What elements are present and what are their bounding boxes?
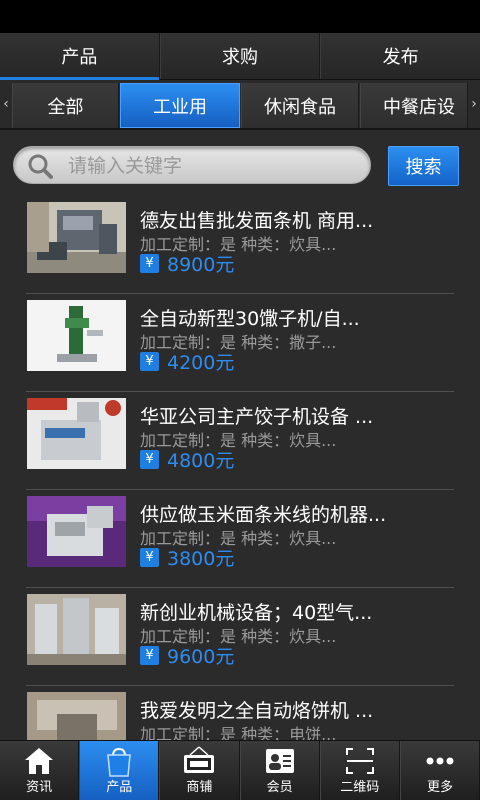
nav-label: 产品 — [106, 780, 133, 795]
yen-icon: ¥ — [140, 645, 159, 665]
nav-label: 资讯 — [26, 780, 53, 795]
scroll-right-icon[interactable]: › — [468, 80, 480, 128]
yen-icon: ¥ — [140, 253, 159, 273]
shopping-bag-icon — [107, 747, 132, 777]
list-item[interactable]: 德友出售批发面条机 商用... 加工定制：是 种类：炊具... ¥ 8900元 — [0, 196, 480, 294]
product-price: ¥ 9600元 — [140, 644, 235, 668]
search-input[interactable]: 请输入关键字 — [13, 146, 371, 184]
search-placeholder: 请输入关键字 — [68, 155, 183, 177]
product-list: 德友出售批发面条机 商用... 加工定制：是 种类：炊具... ¥ 8900元 … — [0, 196, 480, 740]
product-price: ¥ 4200元 — [140, 350, 235, 374]
yen-icon: ¥ — [140, 547, 159, 567]
product-price: ¥ 8900元 — [140, 252, 235, 276]
nav-news[interactable]: 资讯 — [0, 741, 80, 800]
product-price: ¥ 4800元 — [140, 448, 235, 472]
price-value: 3800元 — [167, 547, 235, 570]
category-chinese-restaurant[interactable]: 中餐店设 — [360, 83, 468, 128]
product-thumbnail — [27, 692, 126, 740]
category-industrial[interactable]: 工业用 — [120, 83, 240, 128]
product-thumbnail — [27, 398, 126, 469]
list-item[interactable]: 我爱发明之全自动烙饼机 ... 加工定制：是 种类：电饼... — [0, 686, 480, 740]
product-thumbnail — [27, 202, 126, 273]
nav-label: 商铺 — [186, 780, 213, 795]
nav-members[interactable]: 会员 — [239, 741, 320, 800]
nav-label: 会员 — [266, 780, 293, 795]
product-title: 全自动新型30馓子机/自... — [140, 308, 360, 330]
product-title: 德友出售批发面条机 商用... — [140, 210, 374, 232]
nav-label: 更多 — [426, 780, 453, 795]
scroll-left-icon[interactable]: ‹ — [0, 80, 12, 128]
more-dots-icon — [426, 757, 454, 765]
nav-shops[interactable]: 商铺 — [159, 741, 240, 800]
bottom-nav: 资讯 产品 商铺 会员 二维码 更多 — [0, 740, 480, 800]
price-value: 4800元 — [167, 449, 235, 472]
list-item[interactable]: 华亚公司主产饺子机设备 ... 加工定制：是 种类：炊具... ¥ 4800元 — [0, 392, 480, 490]
product-title: 供应做玉米面条米线的机器... — [140, 504, 387, 526]
product-title: 新创业机械设备；40型气... — [140, 602, 373, 624]
list-item[interactable]: 供应做玉米面条米线的机器... 加工定制：是 种类：炊具... ¥ 3800元 — [0, 490, 480, 588]
home-icon — [25, 748, 54, 774]
category-all[interactable]: 全部 — [12, 83, 119, 128]
search-bar: 请输入关键字 搜索 — [0, 132, 480, 196]
nav-products[interactable]: 产品 — [79, 741, 160, 800]
tab-purchase-requests[interactable]: 求购 — [159, 33, 321, 79]
qr-scan-icon — [345, 748, 374, 774]
list-item[interactable]: 新创业机械设备；40型气... 加工定制：是 种类：炊具... ¥ 9600元 — [0, 588, 480, 686]
search-icon — [28, 154, 53, 179]
member-card-icon — [265, 749, 294, 773]
search-button[interactable]: 搜索 — [388, 146, 459, 186]
category-snacks[interactable]: 休闲食品 — [241, 83, 359, 128]
nav-qrcode[interactable]: 二维码 — [319, 741, 400, 800]
nav-label: 二维码 — [340, 780, 380, 795]
list-item[interactable]: 全自动新型30馓子机/自... 加工定制：是 种类：撒子... ¥ 4200元 — [0, 294, 480, 392]
product-title: 华亚公司主产饺子机设备 ... — [140, 406, 374, 428]
product-thumbnail — [27, 594, 126, 665]
price-value: 8900元 — [167, 253, 235, 276]
product-thumbnail — [27, 496, 126, 567]
category-bar: ‹ 全部 工业用 休闲食品 中餐店设 › — [0, 80, 480, 130]
top-tab-bar: 产品 求购 发布 — [0, 33, 480, 80]
yen-icon: ¥ — [140, 351, 159, 371]
open-sign-icon — [184, 746, 215, 773]
tab-products[interactable]: 产品 — [0, 33, 160, 80]
yen-icon: ¥ — [140, 449, 159, 469]
status-bar — [0, 0, 480, 33]
price-value: 9600元 — [167, 645, 235, 668]
product-thumbnail — [27, 300, 126, 371]
product-meta: 加工定制：是 种类：电饼... — [140, 725, 337, 740]
nav-more[interactable]: 更多 — [399, 741, 480, 800]
tab-publish[interactable]: 发布 — [320, 33, 480, 79]
product-title: 我爱发明之全自动烙饼机 ... — [140, 700, 374, 722]
price-value: 4200元 — [167, 351, 235, 374]
product-price: ¥ 3800元 — [140, 546, 235, 570]
